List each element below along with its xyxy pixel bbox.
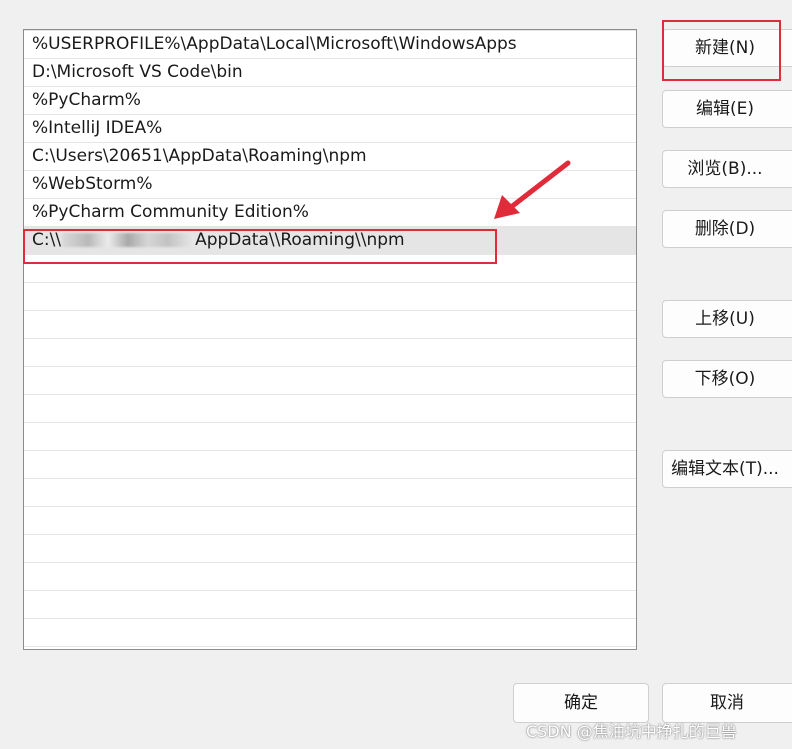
redacted-blur bbox=[62, 233, 195, 247]
path-row-7[interactable]: %PyCharm Community Edition% bbox=[24, 198, 636, 226]
path-row-4[interactable]: %IntelliJ IDEA% bbox=[24, 114, 636, 142]
browse-button[interactable]: 浏览(B)... bbox=[662, 150, 792, 188]
move-down-button[interactable]: 下移(O) bbox=[662, 360, 792, 398]
path-list[interactable]: %USERPROFILE%\AppData\Local\Microsoft\Wi… bbox=[23, 29, 637, 650]
path-row-2[interactable]: D:\Microsoft VS Code\bin bbox=[24, 58, 636, 86]
cancel-button[interactable]: 取消 bbox=[662, 683, 792, 723]
move-up-button[interactable]: 上移(U) bbox=[662, 300, 792, 338]
ok-button[interactable]: 确定 bbox=[513, 683, 649, 723]
watermark: CSDN @焦油坑中挣扎的巨兽 bbox=[526, 722, 737, 741]
path-row-selected[interactable]: C:\\ AppData\\Roaming\\npm bbox=[24, 226, 636, 254]
edit-text-button[interactable]: 编辑文本(T)... bbox=[662, 450, 792, 488]
new-button[interactable]: 新建(N) bbox=[662, 29, 792, 67]
path-row-3[interactable]: %PyCharm% bbox=[24, 86, 636, 114]
selected-row-suffix: AppData\\Roaming\\npm bbox=[195, 230, 405, 250]
path-row-5[interactable]: C:\Users\20651\AppData\Roaming\npm bbox=[24, 142, 636, 170]
path-row-6[interactable]: %WebStorm% bbox=[24, 170, 636, 198]
path-row-1[interactable]: %USERPROFILE%\AppData\Local\Microsoft\Wi… bbox=[24, 30, 636, 58]
selected-row-prefix: C:\\ bbox=[32, 230, 62, 250]
delete-button[interactable]: 删除(D) bbox=[662, 210, 792, 248]
edit-button[interactable]: 编辑(E) bbox=[662, 90, 792, 128]
